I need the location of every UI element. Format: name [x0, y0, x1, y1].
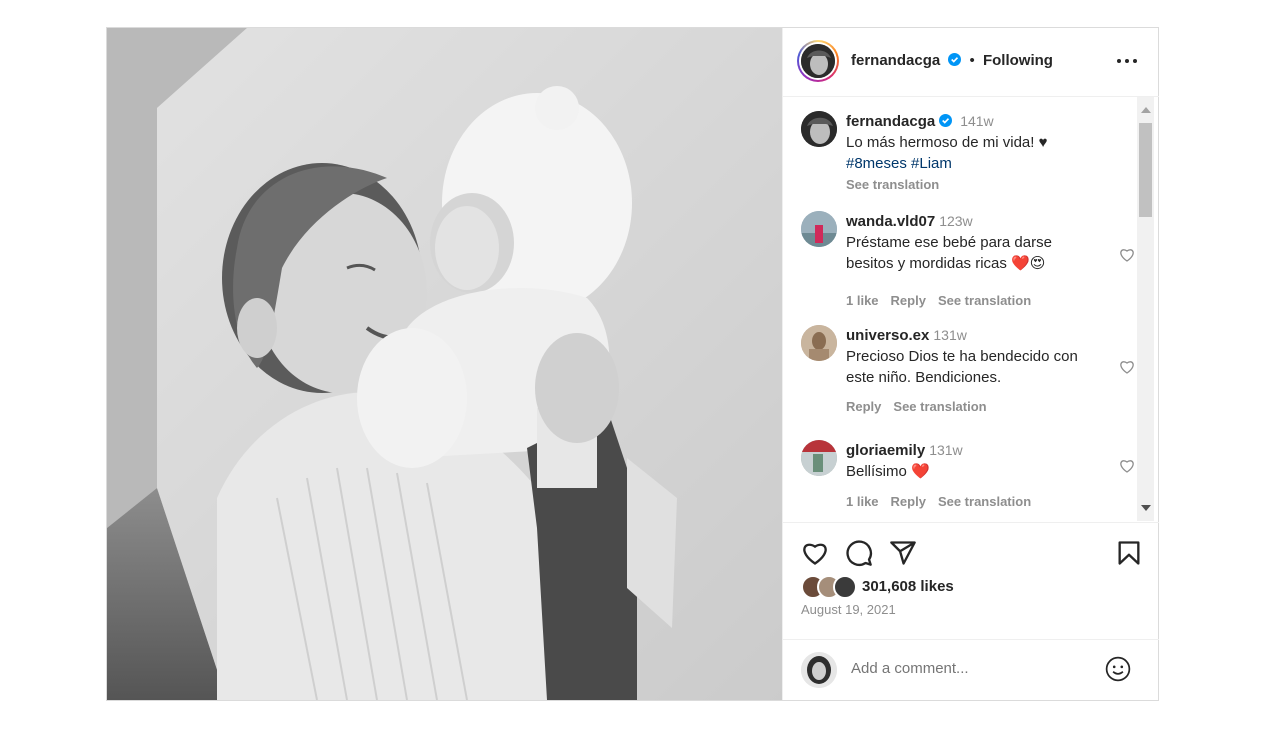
add-comment-row [783, 639, 1159, 702]
comment-meta: 1 like Reply See translation [846, 290, 1096, 311]
reply-button[interactable]: Reply [846, 399, 881, 414]
comment-username[interactable]: gloriaemily [846, 442, 925, 459]
instagram-post: fernandacga • Following fernandacga 141w … [106, 27, 1159, 701]
comment-likes[interactable]: 1 like [846, 293, 879, 308]
comment-meta: Reply See translation [846, 396, 1096, 417]
liker-avatar[interactable] [833, 575, 857, 599]
like-comment-heart-icon[interactable] [1119, 458, 1135, 474]
caption-time[interactable]: 141w [960, 113, 993, 129]
comments-list[interactable]: fernandacga 141w Lo más hermoso de mi vid… [783, 97, 1159, 521]
likes-count[interactable]: 301,608 likes [862, 578, 954, 595]
more-options-icon[interactable] [1117, 56, 1139, 66]
comment-text: Precioso Dios te ha bendecido con este n… [846, 348, 1078, 386]
heart-icon[interactable] [801, 539, 829, 567]
comment-time[interactable]: 131w [929, 442, 962, 458]
author-avatar [801, 44, 835, 78]
comment-icon[interactable] [845, 539, 873, 567]
reply-button[interactable]: Reply [891, 293, 926, 308]
post-date[interactable]: August 19, 2021 [801, 602, 896, 617]
caption-see-translation[interactable]: See translation [846, 177, 939, 192]
author-avatar-ring[interactable] [797, 40, 839, 82]
like-comment-heart-icon[interactable] [1119, 359, 1135, 375]
verified-badge-icon [939, 114, 953, 127]
caption-hashtags[interactable]: #8meses #Liam [846, 155, 952, 172]
add-comment-input[interactable] [851, 660, 1091, 677]
post-side-panel: fernandacga • Following fernandacga 141w … [782, 28, 1159, 700]
comments-scrollbar[interactable] [1137, 97, 1154, 521]
post-actions: 301,608 likes August 19, 2021 [783, 522, 1159, 701]
separator-dot: • [969, 52, 975, 69]
share-icon[interactable] [889, 539, 917, 567]
current-user-avatar [801, 652, 837, 688]
caption-avatar[interactable] [801, 111, 837, 147]
comment-text: Préstame ese bebé para darse besitos y m… [846, 234, 1052, 272]
bookmark-icon[interactable] [1115, 539, 1143, 567]
comment-time[interactable]: 123w [939, 213, 972, 229]
comment-text: Bellísimo ❤️ [846, 463, 930, 480]
scroll-down-arrow-icon[interactable] [1141, 505, 1151, 511]
comment-username[interactable]: universo.ex [846, 327, 929, 344]
caption-text: Lo más hermoso de mi vida! ♥ [846, 134, 1048, 151]
comment-time[interactable]: 131w [933, 327, 966, 343]
see-translation-button[interactable]: See translation [893, 399, 986, 414]
comment-username[interactable]: wanda.vld07 [846, 213, 935, 230]
commenter-avatar[interactable] [801, 440, 837, 476]
post-header: fernandacga • Following [783, 28, 1159, 97]
verified-badge-icon [948, 53, 962, 66]
commenter-avatar[interactable] [801, 325, 837, 361]
commenter-avatar[interactable] [801, 211, 837, 247]
emoji-icon[interactable] [1105, 656, 1131, 682]
post-photo[interactable] [107, 28, 782, 700]
header-user-line: fernandacga • Following [851, 52, 1053, 69]
like-comment-heart-icon[interactable] [1119, 247, 1135, 263]
caption-username[interactable]: fernandacga [846, 113, 935, 130]
scrollbar-thumb[interactable] [1139, 123, 1152, 217]
post-photo-image [107, 28, 782, 700]
comment-likes[interactable]: 1 like [846, 494, 879, 509]
comment-meta: 1 like Reply See translation [846, 491, 1096, 512]
following-button[interactable]: Following [983, 52, 1053, 69]
see-translation-button[interactable]: See translation [938, 293, 1031, 308]
author-username[interactable]: fernandacga [851, 52, 940, 69]
reply-button[interactable]: Reply [891, 494, 926, 509]
scroll-up-arrow-icon[interactable] [1141, 107, 1151, 113]
see-translation-button[interactable]: See translation [938, 494, 1031, 509]
